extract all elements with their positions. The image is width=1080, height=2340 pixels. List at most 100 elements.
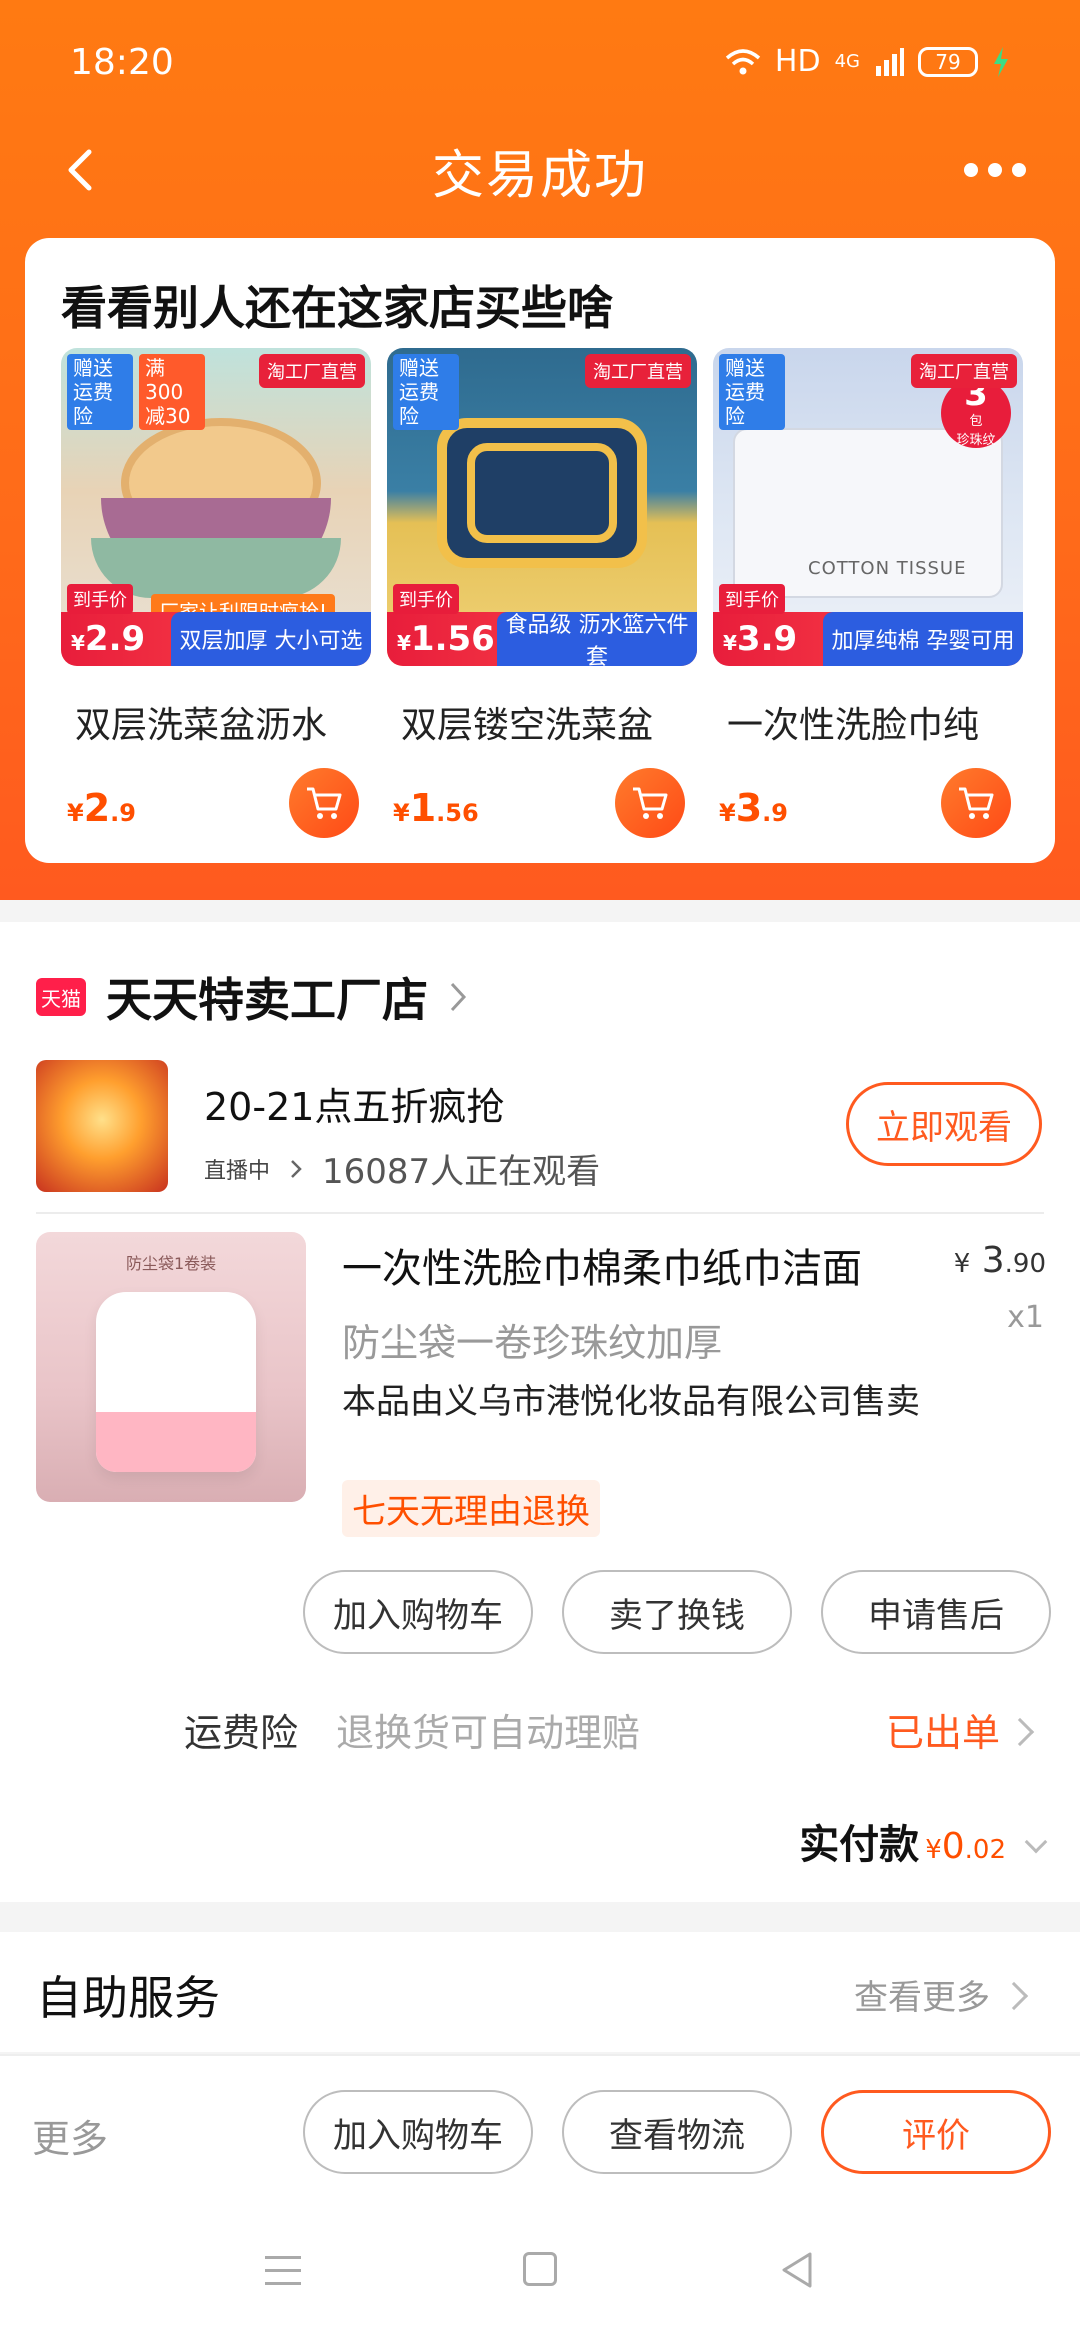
recommended-product-price: ¥1.56 [393,786,479,830]
paid-amount: ¥0.02 [925,1826,1006,1867]
price-strip: 到手价 ¥3.9 加厚纯棉 孕婴可用 [713,584,1023,666]
status-icons: HD 4G 79 [725,44,1010,79]
more-dot-icon [964,163,978,177]
product-spec: 防尘袋一卷珍珠纹加厚 [342,1321,723,1365]
live-stream-row[interactable]: 20-21点五折疯抢 直播中 16087人正在观看 立即观看 [36,1060,1046,1194]
tmall-icon: 天猫 [36,978,86,1016]
shop-name[interactable]: 天天特卖工厂店 [106,964,428,1030]
product-image[interactable]: 赠送运费险 淘工厂直营 到手价 ¥1.56 食品级 沥水篮六件套 [387,348,697,666]
payment-summary[interactable]: 实付款 ¥0.02 [799,1812,1048,1870]
more-options-button[interactable] [950,138,1040,202]
menu-icon[interactable] [265,2256,301,2295]
strip-description: 双层加厚 大小可选 [171,612,371,666]
recommended-product[interactable]: 赠送运费险 淘工厂直营 到手价 ¥1.56 食品级 沥水篮六件套 双层镂空洗菜盆… [387,348,697,838]
live-indicator: 直播中 [204,1158,271,1184]
factory-badge: 淘工厂直营 [911,354,1017,388]
status-bar: 18:20 HD 4G 79 [0,0,1080,130]
product-quantity: x1 [1007,1300,1044,1335]
product-image[interactable]: COTTON TISSUE 3 包 珍珠纹 赠送运费险 淘工厂直营 到手价 ¥3… [713,348,1023,666]
status-time: 18:20 [70,42,174,83]
recommended-product-name: 双层镂空洗菜盆 [401,705,654,746]
review-button[interactable]: 评价 [821,2090,1051,2174]
shipping-insurance-row[interactable]: 运费险 退换货可自动理赔 已出单 [0,1692,1080,1762]
chevron-right-icon [999,1981,1029,2011]
add-to-cart-button[interactable] [289,768,359,838]
watch-now-button[interactable]: 立即观看 [846,1082,1042,1166]
basket-shape [467,443,617,543]
order-product[interactable]: 防尘袋1卷装 一次性洗脸巾棉柔巾纸巾洁面 防尘袋一卷珍珠纹加厚 本品由义乌市港悦… [36,1232,1046,1552]
recommendation-card: 看看别人还在这家店买些啥 赠送运费险 满300减30 淘工厂直营 厂家让利限时疯… [25,238,1055,863]
cart-icon [307,787,342,819]
recommended-product[interactable]: 赠送运费险 满300减30 淘工厂直营 厂家让利限时疯抢! 到手价 ¥2.9 双… [61,348,371,838]
pack-texture: 珍珠纹 [956,433,996,448]
factory-badge: 淘工厂直营 [259,354,365,388]
strip-price: ¥3.9 [723,619,798,659]
strip-price: ¥1.56 [397,619,495,659]
back-button[interactable] [48,138,112,202]
recommended-product-footer: ¥3.9 [713,768,1023,838]
header-background: 18:20 HD 4G 79 交易成功 看看别人还在这家店买些啥 赠送运费险 满… [0,0,1080,900]
strip-description: 加厚纯棉 孕婴可用 [823,612,1023,666]
recommended-product[interactable]: COTTON TISSUE 3 包 珍珠纹 赠送运费险 淘工厂直营 到手价 ¥3… [713,348,1023,838]
cart-icon [959,787,994,819]
final-price-label: 到手价 [719,584,785,614]
after-sales-button[interactable]: 申请售后 [821,1570,1051,1654]
free-shipping-insurance-badge: 赠送运费险 [67,354,133,430]
more-dot-icon [1012,163,1026,177]
chevron-right-icon [1005,1717,1035,1747]
chevron-right-icon [450,982,467,1012]
nav-bar: 交易成功 [0,120,1080,220]
more-button[interactable]: 更多 [32,2108,108,2163]
signal-label: 4G [834,51,860,72]
order-actions: 加入购物车 卖了换钱 申请售后 [0,1570,1080,1656]
shipping-insurance-label: 运费险 [184,1711,299,1755]
tissue-pack-label: COTTON TISSUE [808,558,967,579]
strip-description: 食品级 沥水篮六件套 [497,612,697,666]
recommended-product-footer: ¥2.9 [61,768,371,838]
price-strip: 到手价 ¥1.56 食品级 沥水篮六件套 [387,584,697,666]
view-logistics-button[interactable]: 查看物流 [562,2090,792,2174]
system-navigation-bar [0,2204,1080,2340]
product-thumbnail[interactable]: 防尘袋1卷装 [36,1232,306,1502]
cart-icon [633,787,668,819]
price-strip: 到手价 ¥2.9 双层加厚 大小可选 [61,584,371,666]
recommended-product-name: 双层洗菜盆沥水 [75,705,328,746]
strip-price: ¥2.9 [71,619,146,659]
live-status: 直播中 16087人正在观看 [204,1144,600,1193]
live-stream-thumbnail[interactable] [36,1060,168,1192]
chevron-down-icon [1024,1830,1048,1854]
add-to-cart-button[interactable]: 加入购物车 [303,2090,533,2174]
home-icon[interactable] [523,2252,557,2286]
free-shipping-insurance-badge: 赠送运费险 [719,354,785,430]
divider [36,1212,1044,1214]
pack-unit: 包 [969,414,983,429]
live-stream-title: 20-21点五折疯抢 [204,1085,505,1129]
product-image-label: 防尘袋1卷装 [126,1254,217,1273]
product-title: 一次性洗脸巾棉柔巾纸巾洁面 [342,1246,862,1292]
factory-badge: 淘工厂直营 [585,354,691,388]
product-image[interactable]: 赠送运费险 满300减30 淘工厂直营 厂家让利限时疯抢! 到手价 ¥2.9 双… [61,348,371,666]
product-seller: 本品由义乌市港悦化妆品有限公司售卖 [342,1382,920,1422]
wifi-icon [725,48,761,74]
paid-amount-label: 实付款 [799,1822,920,1868]
tissue-pouch-shape [96,1292,256,1472]
add-to-cart-button[interactable] [615,768,685,838]
back-triangle-icon[interactable] [778,2250,814,2290]
self-service-section: 自助服务 查看更多 [0,1932,1080,2052]
view-more-link[interactable]: 查看更多 [854,1970,990,2019]
product-price: ¥ 3.90 [953,1240,1046,1281]
chevron-left-icon [68,149,92,191]
more-dot-icon [988,163,1002,177]
final-price-label: 到手价 [67,584,133,614]
add-to-cart-button[interactable] [941,768,1011,838]
battery-icon: 79 [918,46,978,77]
shop-header[interactable]: 天猫 天天特卖工厂店 [36,964,468,1030]
add-to-cart-button[interactable]: 加入购物车 [303,1570,533,1654]
recommendation-title: 看看别人还在这家店买些啥 [61,281,613,335]
free-shipping-insurance-badge: 赠送运费险 [393,354,459,430]
discount-badge: 满300减30 [139,354,205,430]
live-viewer-count: 16087人正在观看 [322,1152,601,1192]
order-card: 天猫 天天特卖工厂店 20-21点五折疯抢 直播中 16087人正在观看 立即观… [0,922,1080,1902]
pack-count-badge: 3 包 珍珠纹 [941,377,1011,448]
resell-button[interactable]: 卖了换钱 [562,1570,792,1654]
